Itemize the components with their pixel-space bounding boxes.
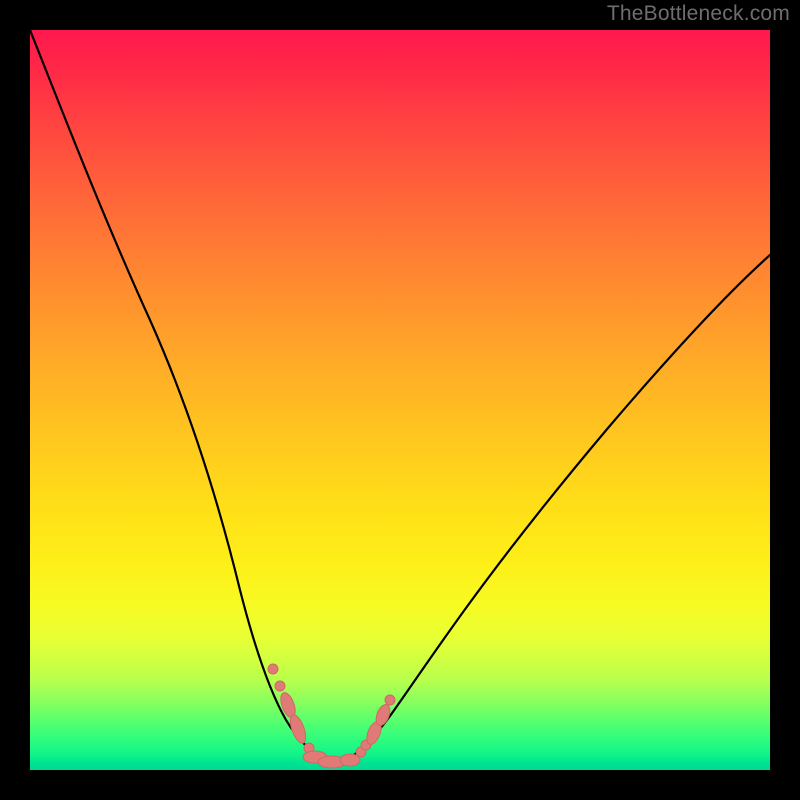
plot-area: [30, 30, 770, 770]
curves-svg: [30, 30, 770, 770]
whisker-dot: [385, 695, 395, 705]
chart-container: TheBottleneck.com: [0, 0, 800, 800]
watermark-text: TheBottleneck.com: [607, 2, 790, 26]
whisker-pill: [340, 754, 360, 766]
whisker-pill: [287, 713, 309, 745]
whisker-dot: [268, 664, 278, 674]
left-curve: [30, 30, 326, 758]
whiskers-group: [268, 664, 395, 768]
right-curve: [350, 255, 770, 758]
whisker-dot: [275, 681, 285, 691]
